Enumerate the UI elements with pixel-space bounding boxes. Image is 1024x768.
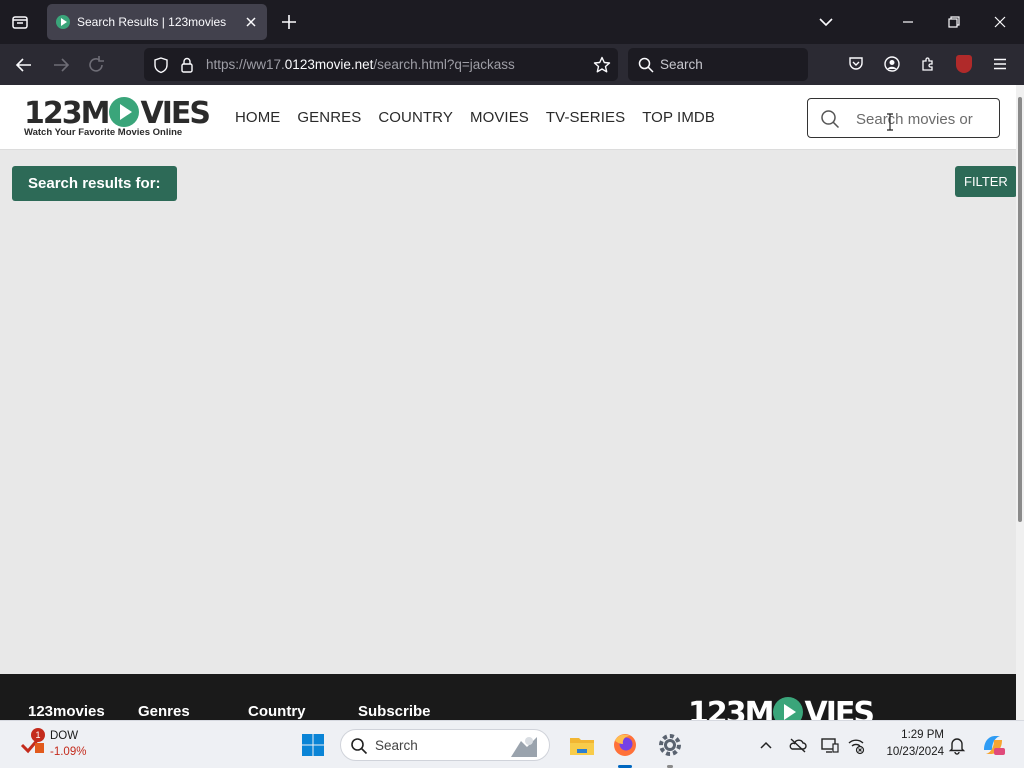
chevron-down-icon[interactable] <box>816 12 836 32</box>
shield-icon[interactable] <box>152 56 170 74</box>
url-path: /search.html?q=jackass <box>373 57 515 72</box>
nav-tv-series[interactable]: TV-SERIES <box>546 109 625 126</box>
pocket-icon[interactable] <box>845 53 867 75</box>
back-arrow-icon[interactable] <box>13 54 35 76</box>
footer-logo-left: 123M <box>688 696 774 720</box>
chevron-up-icon[interactable] <box>756 735 776 755</box>
network-icon[interactable] <box>846 735 866 755</box>
minimize-icon[interactable] <box>898 12 918 32</box>
forward-arrow-icon[interactable] <box>50 54 72 76</box>
nav-genres[interactable]: GENRES <box>297 109 361 126</box>
nav-home[interactable]: HOME <box>235 109 280 126</box>
stock-badge: 1 <box>31 728 45 742</box>
notification-bell-icon[interactable] <box>947 735 967 755</box>
nav-country[interactable]: COUNTRY <box>378 109 453 126</box>
logo-tagline: Watch Your Favorite Movies Online <box>24 127 183 138</box>
url-domain: 0123movie.net <box>284 57 374 72</box>
site-footer: 123movies Genres Country Subscribe 123M V… <box>0 674 1016 720</box>
windows-taskbar: 1 DOW -1.09% Search 1:29 PM 10/23/2024 <box>0 720 1024 768</box>
tab-list-icon[interactable] <box>8 10 32 34</box>
stock-change: -1.09% <box>50 746 87 758</box>
windows-start-icon[interactable] <box>301 733 325 757</box>
site-search-input[interactable] <box>856 107 994 131</box>
tab-title: Search Results | 123movies <box>77 15 227 29</box>
copilot-icon[interactable] <box>980 732 1006 758</box>
extensions-icon[interactable] <box>917 53 939 75</box>
browser-tab-bar: Search Results | 123movies <box>0 0 1024 44</box>
site-favicon-icon <box>56 15 70 29</box>
browser-search-placeholder: Search <box>660 57 703 72</box>
footer-col-genres: Genres <box>138 703 190 720</box>
firefox-icon[interactable] <box>611 731 639 759</box>
account-icon[interactable] <box>881 53 903 75</box>
site-header: 123M VIES Watch Your Favorite Movies Onli… <box>0 85 1016 150</box>
nav-top-imdb[interactable]: TOP IMDB <box>642 109 715 126</box>
clock-date[interactable]: 10/23/2024 <box>872 746 944 758</box>
footer-logo-right: VIES <box>804 696 874 720</box>
browser-search-box[interactable]: Search <box>628 48 808 81</box>
search-icon <box>637 56 655 74</box>
play-icon <box>109 97 140 127</box>
browser-toolbar: https://ww17.0123movie.net/search.html?q… <box>0 44 1024 107</box>
file-explorer-icon[interactable] <box>568 731 596 759</box>
text-cursor-icon <box>887 113 893 131</box>
site-logo[interactable]: 123M VIES Watch Your Favorite Movies Onli… <box>24 96 211 139</box>
footer-col-subscribe: Subscribe <box>358 703 431 720</box>
lock-icon[interactable] <box>178 56 196 74</box>
filter-button[interactable]: FILTER <box>955 166 1017 197</box>
scrollbar-thumb[interactable] <box>1018 97 1022 522</box>
search-results-area: Search results for: FILTER <box>0 151 1017 674</box>
search-icon[interactable] <box>820 109 840 129</box>
clock-time[interactable]: 1:29 PM <box>886 729 944 741</box>
taskbar-search-placeholder: Search <box>375 738 418 753</box>
stock-name[interactable]: DOW <box>50 730 78 742</box>
hamburger-menu-icon[interactable] <box>989 53 1011 75</box>
onedrive-icon[interactable] <box>788 735 808 755</box>
display-icon[interactable] <box>820 735 840 755</box>
search-results-heading: Search results for: <box>12 166 177 201</box>
restore-icon[interactable] <box>944 12 964 32</box>
site-search-box[interactable] <box>807 98 1000 138</box>
footer-col-country: Country <box>248 703 306 720</box>
search-icon <box>350 737 368 755</box>
close-tab-icon[interactable] <box>243 14 259 30</box>
nav-movies[interactable]: MOVIES <box>470 109 529 126</box>
close-window-icon[interactable] <box>990 12 1010 32</box>
address-bar[interactable]: https://ww17.0123movie.net/search.html?q… <box>144 48 618 81</box>
reload-icon[interactable] <box>85 54 107 76</box>
page-scrollbar[interactable] <box>1016 85 1024 720</box>
search-highlight-icon <box>507 733 541 759</box>
logo-text-left: 123M <box>24 96 110 131</box>
settings-gear-icon[interactable] <box>656 731 684 759</box>
new-tab-icon[interactable] <box>279 12 299 32</box>
bookmark-star-icon[interactable] <box>592 55 612 75</box>
url-text[interactable]: https://ww17.0123movie.net/search.html?q… <box>206 57 515 72</box>
logo-text-right: VIES <box>140 96 210 131</box>
url-prefix: https://ww17. <box>206 57 285 72</box>
footer-logo[interactable]: 123M VIES <box>688 696 875 720</box>
footer-col-123movies: 123movies <box>28 703 105 720</box>
ublock-icon[interactable] <box>953 53 975 75</box>
browser-tab[interactable]: Search Results | 123movies <box>47 4 267 40</box>
taskbar-search-box[interactable]: Search <box>340 729 550 761</box>
play-icon <box>773 697 804 720</box>
site-nav: HOME GENRES COUNTRY MOVIES TV-SERIES TOP… <box>235 109 715 126</box>
